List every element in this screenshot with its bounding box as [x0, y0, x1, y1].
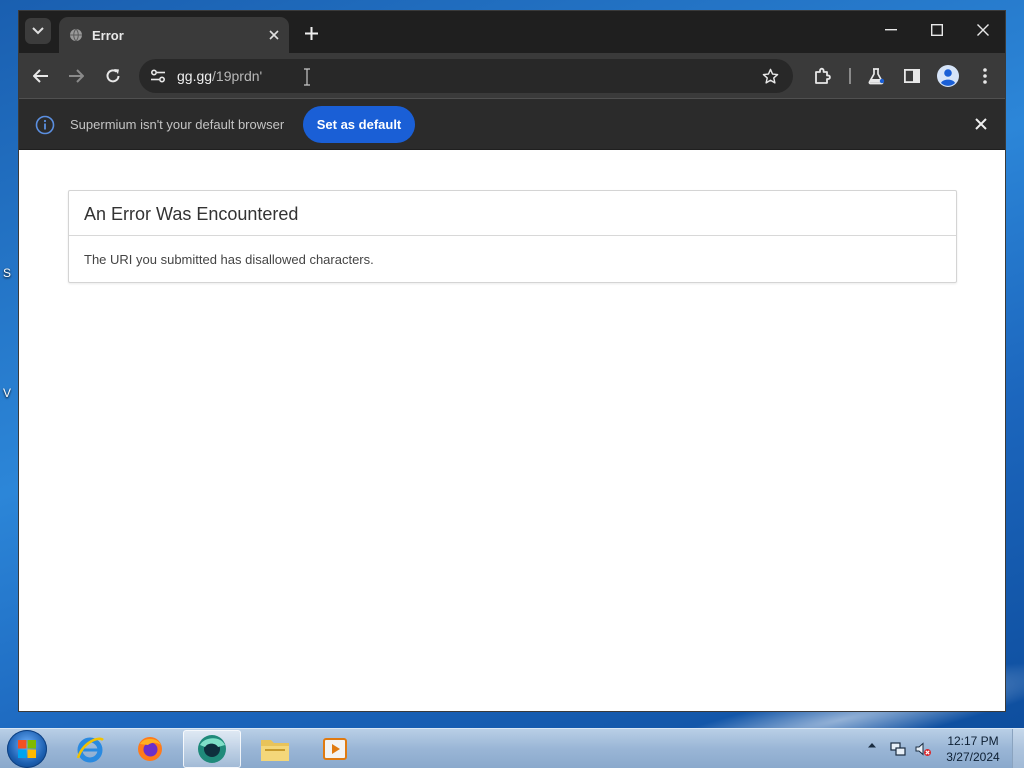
taskbar-file-explorer[interactable] [246, 730, 304, 768]
desktop-icon-label: S [3, 266, 12, 280]
media-player-icon [323, 738, 347, 760]
supermium-icon [198, 735, 226, 763]
folder-icon [261, 740, 289, 761]
taskbar-supermium[interactable] [183, 730, 241, 768]
more-vertical-icon [983, 68, 987, 84]
labs-button[interactable] [862, 62, 890, 90]
toolbar-separator [849, 68, 851, 84]
side-panel-button[interactable] [898, 62, 926, 90]
internet-explorer-icon [76, 737, 104, 763]
close-window-button[interactable] [960, 11, 1005, 49]
url-text: gg.gg/19prdn' [177, 68, 262, 84]
minimize-icon [885, 29, 897, 31]
bookmark-button[interactable] [755, 61, 785, 91]
close-icon [975, 118, 987, 130]
reload-button[interactable] [99, 62, 127, 90]
tab-title: Error [92, 27, 124, 43]
address-bar[interactable]: gg.gg/19prdn' [139, 59, 793, 93]
extensions-button[interactable] [809, 62, 837, 90]
volume-muted-icon[interactable] [914, 740, 932, 758]
start-button[interactable] [7, 730, 47, 768]
info-icon [35, 115, 55, 135]
browser-window: Error gg.gg/19prdn' Supermium isn't your… [18, 10, 1006, 712]
browser-toolbar: gg.gg/19prdn' [19, 53, 1005, 99]
new-tab-button[interactable] [299, 21, 323, 45]
infobar-message: Supermium isn't your default browser [70, 117, 285, 132]
tune-icon [150, 69, 166, 83]
network-icon[interactable] [889, 740, 907, 758]
close-icon [977, 24, 989, 36]
tab-error[interactable]: Error [59, 17, 289, 53]
taskbar-media-player[interactable] [306, 730, 364, 768]
windows-logo-icon [18, 740, 36, 758]
forward-button[interactable] [62, 62, 90, 90]
default-browser-infobar: Supermium isn't your default browser Set… [19, 99, 1005, 150]
taskbar-firefox[interactable] [121, 730, 179, 768]
taskbar-clock[interactable]: 12:17 PM 3/27/2024 [940, 733, 1006, 765]
plus-icon [304, 26, 318, 40]
show-desktop-button[interactable] [1012, 729, 1024, 768]
taskbar-internet-explorer[interactable] [61, 730, 119, 768]
menu-button[interactable] [971, 62, 999, 90]
globe-icon [70, 28, 82, 42]
text-cursor-icon [304, 68, 310, 86]
site-info-button[interactable] [143, 61, 173, 91]
clock-time: 12:17 PM [947, 734, 999, 748]
back-button[interactable] [27, 62, 55, 90]
error-panel: An Error Was Encountered The URI you sub… [68, 190, 957, 283]
arrow-right-icon [69, 69, 84, 83]
error-heading: An Error Was Encountered [69, 191, 956, 236]
clock-date: 3/27/2024 [946, 750, 1000, 764]
maximize-button[interactable] [914, 11, 960, 49]
profile-button[interactable] [934, 62, 962, 90]
firefox-icon [138, 737, 162, 761]
url-path: /19prdn' [212, 68, 263, 84]
infobar-close-button[interactable] [971, 114, 991, 134]
chevron-down-icon [32, 27, 44, 35]
tab-strip: Error [19, 11, 1005, 53]
flask-icon [868, 68, 885, 85]
set-as-default-button[interactable]: Set as default [303, 106, 415, 143]
desktop-icon-label: V [3, 386, 12, 400]
show-hidden-icons-icon[interactable] [867, 741, 877, 749]
maximize-icon [931, 24, 943, 36]
puzzle-icon [815, 67, 831, 84]
taskbar: 12:17 PM 3/27/2024 [0, 728, 1024, 768]
avatar-icon [937, 65, 959, 87]
side-panel-icon [904, 69, 920, 83]
star-icon [762, 68, 778, 84]
reload-icon [106, 69, 120, 83]
tab-search-button[interactable] [25, 18, 51, 44]
arrow-left-icon [33, 69, 48, 83]
error-message: The URI you submitted has disallowed cha… [84, 252, 374, 267]
url-host: gg.gg [177, 68, 213, 84]
close-icon[interactable] [269, 30, 279, 40]
minimize-button[interactable] [868, 11, 914, 49]
page-content: An Error Was Encountered The URI you sub… [19, 151, 1005, 711]
